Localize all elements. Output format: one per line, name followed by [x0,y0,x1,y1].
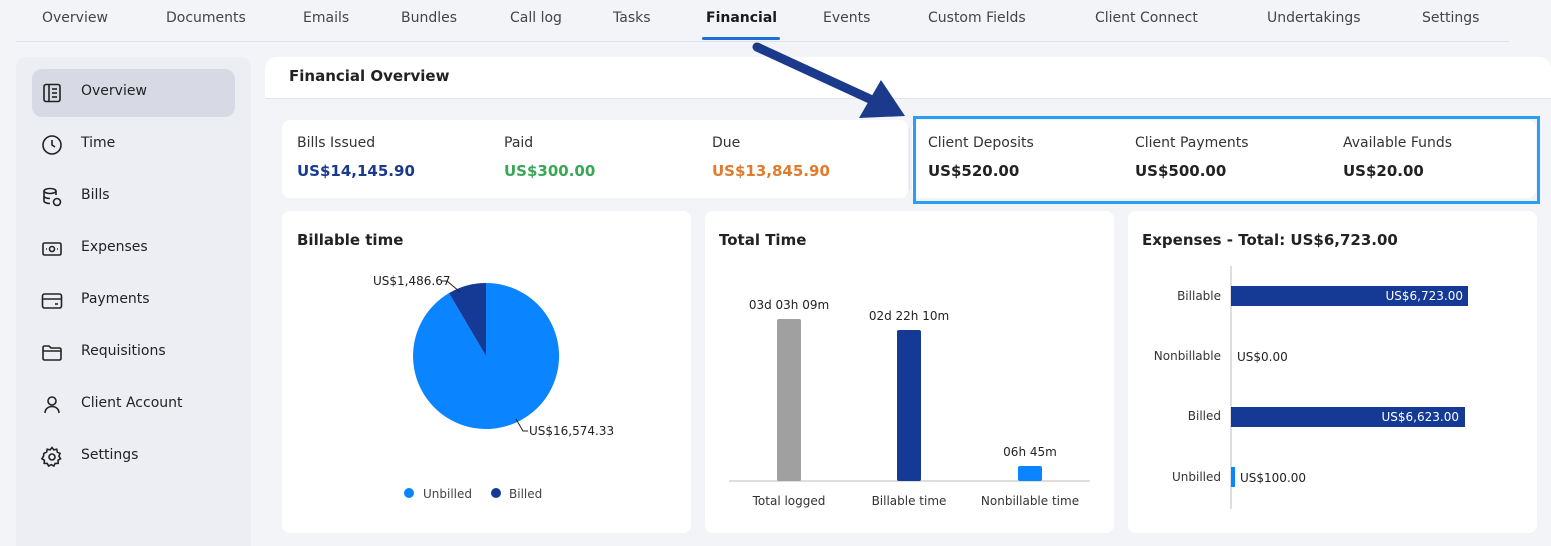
x-tick-label: Total logged [752,494,826,508]
bar-label: 02d 22h 10m [869,309,949,323]
pie-label-billed: US$1,486.67 [373,274,450,288]
bar-label: 06h 45m [1003,445,1057,459]
bar-total-logged [777,319,801,481]
bar-nonbillable-time [1018,466,1042,481]
y-tick-label: Billed [1188,409,1221,423]
total-time-bar-chart: 03d 03h 09m 02d 22h 10m 06h 45m Total lo… [729,298,1090,508]
billable-time-pie-chart: US$1,486.67 US$16,574.33 Unbilled Billed [373,274,614,501]
y-tick-label: Unbilled [1172,470,1221,484]
bar-label: 03d 03h 09m [749,298,829,312]
legend-swatch-unbilled [404,488,414,498]
legend-swatch-billed [491,488,501,498]
x-tick-label: Nonbillable time [981,494,1079,508]
bar-label: US$0.00 [1237,350,1288,364]
x-tick-label: Billable time [872,494,947,508]
y-tick-label: Billable [1177,289,1221,303]
pie-slice-unbilled [413,283,560,429]
bar-label: US$100.00 [1240,471,1306,485]
bar-label: US$6,623.00 [1382,410,1459,424]
pie-label-unbilled: US$16,574.33 [529,424,614,438]
legend-label-billed: Billed [509,487,542,501]
expenses-bar-chart: Billable Nonbillable Billed Unbilled US$… [1154,266,1468,509]
bar-label: US$6,723.00 [1386,289,1463,303]
bar-billable-time [897,330,921,481]
bar-unbilled [1231,467,1235,487]
y-tick-label: Nonbillable [1154,349,1221,363]
legend-label-unbilled: Unbilled [423,487,472,501]
